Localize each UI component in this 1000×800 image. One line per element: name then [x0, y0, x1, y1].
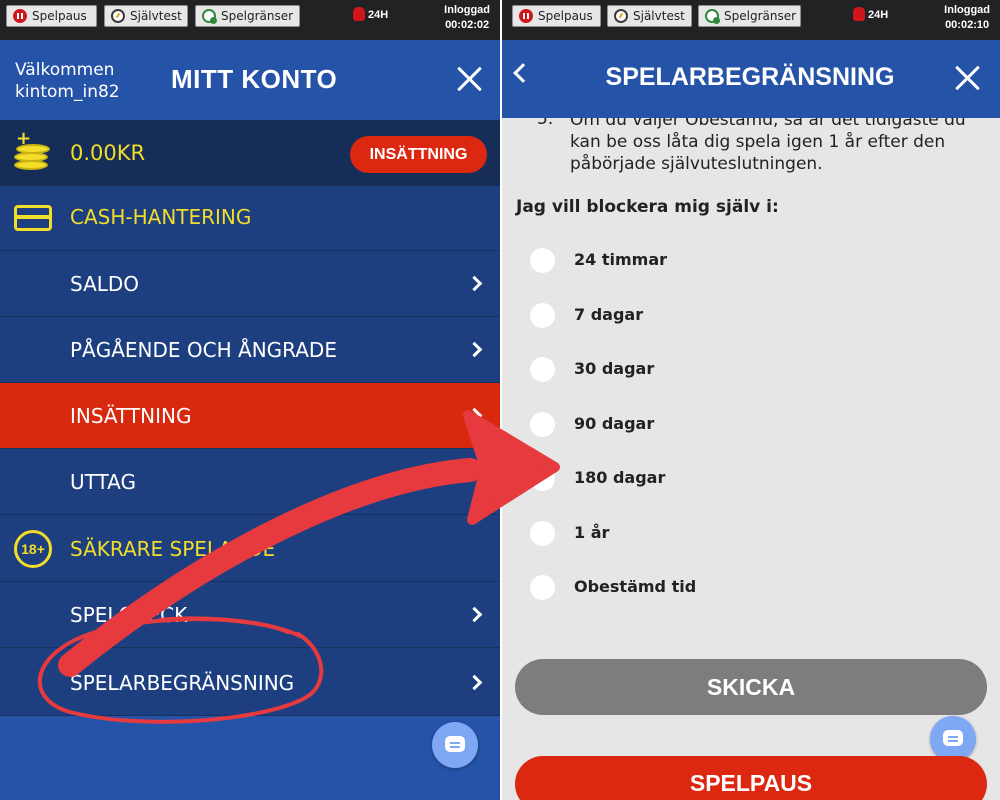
radio-button[interactable]	[530, 303, 555, 328]
option-indefinite[interactable]: Obestämd tid	[530, 575, 830, 601]
section-safer-gambling: 18+ SÄKRARE SPELANDE	[0, 515, 500, 582]
close-icon[interactable]	[953, 63, 983, 93]
spelpaus-button[interactable]: Spelpaus	[6, 5, 97, 27]
radio-button[interactable]	[530, 466, 555, 491]
option-label: 7 dagar	[574, 305, 644, 324]
chevron-right-icon	[466, 674, 483, 691]
welcome-text: Välkommen kintom_in82	[15, 59, 120, 103]
page-title: SPELARBEGRÄNSNING	[605, 63, 895, 91]
option-label: 24 timmar	[574, 250, 667, 269]
login-timer: Inloggad 00:02:02	[444, 3, 490, 33]
menu-item-label: SALDO	[70, 272, 140, 296]
menu-item-spelcheck[interactable]: SPELCHECK	[0, 582, 500, 648]
gauge-icon	[111, 9, 125, 23]
menu-item-label: UTTAG	[70, 470, 136, 494]
radio-button[interactable]	[530, 248, 555, 273]
radio-button[interactable]	[530, 575, 555, 600]
option-label: 30 dagar	[574, 359, 655, 378]
menu-item-pending[interactable]: PÅGÅENDE OCH ÅNGRADE	[0, 317, 500, 383]
option-label: 90 dagar	[574, 414, 655, 433]
spelgranser-label: Spelgränser	[221, 9, 294, 23]
stop-hand-icon	[853, 7, 865, 21]
menu-item-deposit[interactable]: INSÄTTNING	[0, 383, 500, 449]
limit-badge: 24H	[868, 9, 889, 21]
spelpaus-label: Spelpaus	[538, 9, 593, 23]
session-time: 00:02:02	[445, 19, 490, 31]
sjalvtest-label: Självtest	[130, 9, 182, 23]
menu-item-label: SPELARBEGRÄNSNING	[70, 671, 295, 695]
option-90d[interactable]: 90 dagar	[530, 412, 830, 438]
chat-icon[interactable]	[432, 722, 478, 768]
radio-button[interactable]	[530, 357, 555, 382]
radio-button[interactable]	[530, 412, 555, 437]
option-180d[interactable]: 180 dagar	[530, 466, 830, 492]
pause-icon	[519, 9, 533, 23]
close-icon[interactable]	[455, 64, 485, 94]
option-30d[interactable]: 30 dagar	[530, 357, 830, 383]
menu-item-spelarbegransning[interactable]: SPELARBEGRÄNSNING	[0, 648, 500, 716]
menu-item-label: SPELCHECK	[70, 603, 188, 627]
section-label: SÄKRARE SPELANDE	[70, 537, 276, 561]
chevron-right-icon	[466, 275, 483, 292]
option-label: Obestämd tid	[574, 577, 697, 596]
chevron-right-icon	[466, 341, 483, 358]
option-7d[interactable]: 7 dagar	[530, 303, 830, 329]
menu-item-saldo[interactable]: SALDO	[0, 251, 500, 317]
option-label: 1 år	[574, 523, 610, 542]
option-24h[interactable]: 24 timmar	[530, 248, 830, 274]
screen-divider	[500, 0, 502, 800]
deposit-button[interactable]: INSÄTTNING	[350, 136, 487, 173]
spelpaus-label: Spelpaus	[32, 9, 87, 23]
balance-amount: 0.00KR	[70, 141, 146, 165]
menu-item-label: PÅGÅENDE OCH ÅNGRADE	[70, 338, 337, 362]
spelpaus-button[interactable]: Spelpaus	[512, 5, 601, 27]
chevron-right-icon	[466, 606, 483, 623]
section-cash-handling: CASH-HANTERING	[0, 186, 500, 251]
limit-icon	[705, 9, 720, 24]
section-label: CASH-HANTERING	[70, 205, 252, 229]
page-title: MITT KONTO	[171, 64, 338, 94]
top-status-bar: Spelpaus Självtest Spelgränser 24H Inlog…	[500, 0, 1000, 40]
spelpaus-big-button[interactable]: SPELPAUS	[515, 756, 987, 800]
limit-icon	[202, 9, 217, 24]
limit-badge: 24H	[368, 9, 389, 21]
block-question: Jag vill blockera mig själv i:	[516, 197, 779, 217]
sjalvtest-button[interactable]: Självtest	[607, 5, 692, 27]
rule-text: Om du väljer Obestämd, så är det tidigas…	[570, 110, 966, 174]
stop-hand-icon	[353, 7, 365, 21]
coins-icon: +	[14, 128, 52, 174]
username: kintom_in82	[15, 82, 120, 102]
spelgranser-label: Spelgränser	[724, 9, 797, 23]
welcome-label: Välkommen	[15, 60, 115, 80]
radio-button[interactable]	[530, 521, 555, 546]
spelgranser-button[interactable]: Spelgränser	[195, 5, 300, 27]
menu-item-withdraw[interactable]: UTTAG	[0, 449, 500, 515]
send-button[interactable]: SKICKA	[515, 659, 987, 715]
session-time: 00:02:10	[945, 19, 990, 31]
menu-footer	[0, 716, 500, 800]
option-1y[interactable]: 1 år	[530, 521, 830, 547]
login-timer: Inloggad 00:02:10	[944, 3, 990, 33]
pause-icon	[13, 9, 27, 23]
account-menu-screen: Spelpaus Självtest Spelgränser 24H Inlog…	[0, 0, 500, 800]
menu-item-label: INSÄTTNING	[70, 404, 192, 428]
player-limit-screen: Spelpaus Självtest Spelgränser 24H Inlog…	[500, 0, 1000, 800]
gauge-icon	[614, 9, 628, 23]
sjalvtest-label: Självtest	[633, 9, 685, 23]
credit-card-icon	[14, 205, 52, 231]
top-status-bar: Spelpaus Självtest Spelgränser 24H Inlog…	[0, 0, 500, 40]
option-label: 180 dagar	[574, 468, 666, 487]
sjalvtest-button[interactable]: Självtest	[104, 5, 188, 27]
chevron-right-icon	[466, 407, 483, 424]
login-label: Inloggad	[444, 4, 490, 16]
age-18-icon: 18+	[14, 530, 52, 568]
login-label: Inloggad	[944, 4, 990, 16]
spelgranser-button[interactable]: Spelgränser	[698, 5, 801, 27]
